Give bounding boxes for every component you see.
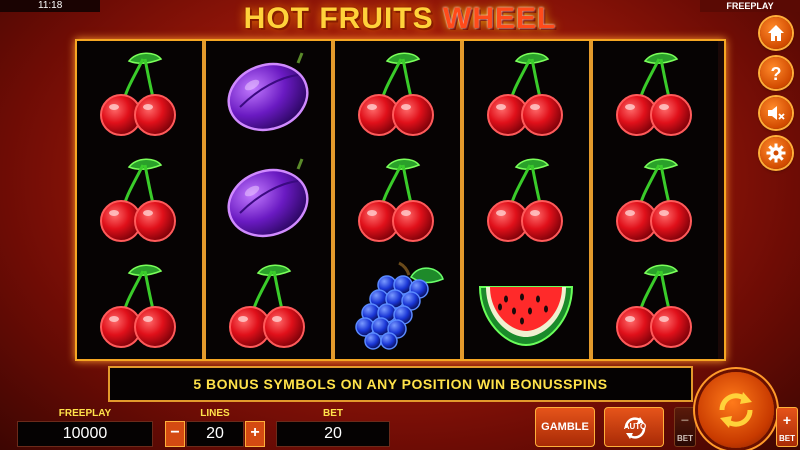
- reel-symbol-cherry: [593, 41, 718, 147]
- bet-label: BET: [323, 408, 343, 419]
- lines-minus-button[interactable]: −: [165, 421, 185, 447]
- help-button[interactable]: ?: [760, 57, 792, 89]
- sound-button[interactable]: [760, 97, 792, 129]
- clock: 11:18: [0, 0, 100, 12]
- reel-symbol-cherry: [593, 253, 718, 359]
- plum-icon: [218, 155, 318, 245]
- svg-text:?: ?: [771, 64, 782, 83]
- logo-main: HOT FRUITS: [243, 2, 434, 35]
- spin-icon: [719, 392, 753, 428]
- game-logo: HOT FRUITS WHEEL: [235, 0, 565, 38]
- cherry-icon: [347, 155, 447, 245]
- plum-icon: [218, 49, 318, 139]
- bet-increase-label: BET: [779, 434, 795, 443]
- reel-symbol-cherry: [464, 41, 589, 147]
- balance-value: 10000: [17, 421, 153, 447]
- cherry-icon: [476, 155, 576, 245]
- cherry-icon: [347, 49, 447, 139]
- reel-2: [206, 41, 331, 359]
- spin-button[interactable]: [698, 372, 774, 448]
- cherry-icon: [605, 49, 705, 139]
- info-banner: 5 BONUS SYMBOLS ON ANY POSITION WIN BONU…: [108, 366, 693, 402]
- bet-value: 20: [276, 421, 390, 447]
- autoplay-button[interactable]: AUTO: [604, 407, 664, 447]
- logo-accent: WHEEL: [443, 2, 557, 35]
- sound-muted-icon: [768, 106, 785, 120]
- gamble-button[interactable]: GAMBLE: [535, 407, 595, 447]
- bet-decrease-symbol: −: [680, 412, 690, 428]
- cherry-icon: [605, 261, 705, 351]
- settings-button[interactable]: [760, 137, 792, 169]
- home-icon: [768, 25, 784, 41]
- reel-symbol-cherry: [77, 41, 202, 147]
- reel-symbol-plum: [206, 147, 331, 253]
- reel-symbol-cherry: [464, 147, 589, 253]
- grapes-icon: [347, 261, 447, 351]
- bet-increase-button[interactable]: + BET: [776, 407, 798, 447]
- lines-value: 20: [186, 421, 244, 447]
- reels-area: [75, 39, 726, 361]
- mode-tag: FREEPLAY: [700, 0, 800, 12]
- watermelon-icon: [476, 261, 576, 351]
- reel-symbol-cherry: [335, 147, 460, 253]
- help-icon: ?: [771, 64, 782, 83]
- cherry-icon: [89, 155, 189, 245]
- balance-label: FREEPLAY: [58, 408, 112, 419]
- reel-symbol-cherry: [77, 147, 202, 253]
- autoplay-label: AUTO: [623, 422, 647, 431]
- cherry-icon: [605, 155, 705, 245]
- reel-1: [77, 41, 202, 359]
- reel-symbol-cherry: [593, 147, 718, 253]
- reel-4: [464, 41, 589, 359]
- lines-plus-button[interactable]: +: [245, 421, 265, 447]
- reel-symbol-watermelon: [464, 253, 589, 359]
- cherry-icon: [218, 261, 318, 351]
- lines-label: LINES: [200, 408, 230, 419]
- reel-symbol-cherry: [206, 253, 331, 359]
- bet-decrease-button[interactable]: − BET: [674, 407, 696, 447]
- reel-symbol-cherry: [77, 253, 202, 359]
- reel-symbol-plum: [206, 41, 331, 147]
- reel-symbol-grapes: [335, 253, 460, 359]
- bet-increase-symbol: +: [782, 412, 792, 428]
- cherry-icon: [89, 261, 189, 351]
- cherry-icon: [89, 49, 189, 139]
- settings-icon: [766, 143, 786, 163]
- cherry-icon: [476, 49, 576, 139]
- reel-3: [335, 41, 460, 359]
- home-button[interactable]: [760, 17, 792, 49]
- reel-5: [593, 41, 718, 359]
- bet-decrease-label: BET: [677, 434, 693, 443]
- reel-symbol-cherry: [335, 41, 460, 147]
